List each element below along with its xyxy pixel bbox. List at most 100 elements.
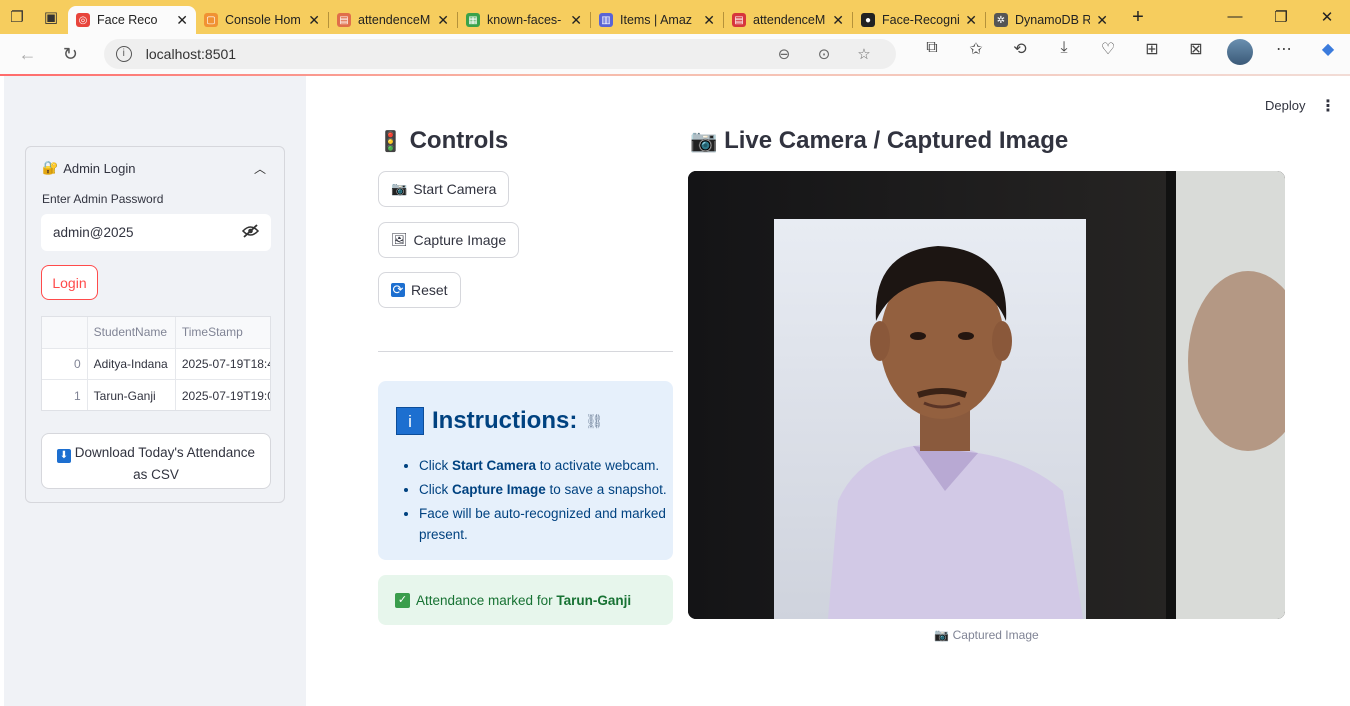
tab-console-home[interactable]: ▢ Console Hom ✕ xyxy=(196,6,328,34)
performance-icon[interactable]: ♡ xyxy=(1086,39,1130,70)
start-camera-button[interactable]: 📷 Start Camera xyxy=(378,171,510,207)
camera-icon: 📷 xyxy=(391,181,408,196)
eye-slash-icon[interactable] xyxy=(241,224,260,241)
site-info-icon[interactable]: i xyxy=(115,46,132,62)
expander-title: Admin Login xyxy=(63,160,136,176)
main-menu-icon[interactable]: ⋮ xyxy=(1320,96,1336,116)
table-row[interactable]: 0 Aditya-Indana 2025-07-19T18:4 xyxy=(42,348,270,380)
instructions-box: i Instructions: ⛓ Click Start Camera to … xyxy=(378,381,673,560)
workspaces-icon[interactable]: ❐ xyxy=(0,0,34,34)
close-icon[interactable]: ✕ xyxy=(570,12,582,29)
favorites-icon[interactable]: ✩ xyxy=(954,39,998,70)
tab-title: attendenceM xyxy=(753,13,826,27)
close-window-icon[interactable]: ✕ xyxy=(1304,8,1350,26)
download-label: Download Today's Attendance xyxy=(74,445,255,460)
tab-title: known-faces- xyxy=(487,13,562,27)
download-label-2: as CSV xyxy=(133,467,179,482)
openai-icon: ✲ xyxy=(994,13,1008,27)
chevron-up-icon[interactable]: ︿ xyxy=(254,160,266,177)
cell-student-name[interactable]: Tarun-Ganji xyxy=(88,380,176,410)
tab-items-amazon[interactable]: ▥ Items | Amaz ✕ xyxy=(591,6,723,34)
success-alert: ✓ Attendance marked for Tarun-Ganji xyxy=(378,575,673,625)
close-icon[interactable]: ✕ xyxy=(1096,12,1108,29)
address-toolbar: ← ↻ i localhost:8501 ⊖ ⊙ ☆ ⧉ ✩ ⟲ ⤓ ♡ ⊞ ⊠… xyxy=(0,34,1350,74)
password-value[interactable]: admin@2025 xyxy=(53,225,134,240)
extensions-icon[interactable]: ⧉ xyxy=(910,39,954,70)
service-icon: ▤ xyxy=(732,13,746,27)
close-icon[interactable]: ✕ xyxy=(308,12,320,29)
window-controls: — ❐ ✕ xyxy=(1212,8,1350,26)
list-item: Click Start Camera to activate webcam. xyxy=(419,455,669,476)
url-text[interactable]: localhost:8501 xyxy=(146,46,764,62)
close-icon[interactable]: ✕ xyxy=(703,12,715,29)
close-icon[interactable]: ✕ xyxy=(832,12,844,29)
camera-heading: 📷 Live Camera / Captured Image xyxy=(690,127,1068,155)
more-page-icon[interactable]: ⊙ xyxy=(804,45,844,63)
down-arrow-icon: ⬇ xyxy=(57,449,71,463)
restore-icon[interactable]: ❐ xyxy=(1258,8,1304,26)
capture-image-button[interactable]: 🖼 Capture Image xyxy=(378,222,520,258)
screenshot-icon[interactable]: ⊠ xyxy=(1174,39,1218,70)
cell-timestamp[interactable]: 2025-07-19T18:4 xyxy=(176,349,270,380)
tab-github[interactable]: ● Face-Recogni ✕ xyxy=(853,6,985,34)
back-icon[interactable]: ← xyxy=(6,44,49,65)
cell-timestamp[interactable]: 2025-07-19T19:0 xyxy=(176,380,270,410)
anchor-link-icon[interactable]: ⛓ xyxy=(585,413,603,430)
tab-dynamodb[interactable]: ✲ DynamoDB R ✕ xyxy=(986,6,1116,34)
caption-text: Captured Image xyxy=(952,628,1039,642)
sidebar: 🔐 Admin Login ︿ Enter Admin Password adm… xyxy=(4,76,306,706)
captured-image xyxy=(688,171,1285,619)
downloads-icon[interactable]: ⤓ xyxy=(1042,39,1086,70)
column-header-studentname[interactable]: StudentName xyxy=(88,317,176,348)
deploy-button[interactable]: Deploy xyxy=(1265,98,1305,113)
minimize-icon[interactable]: — xyxy=(1212,8,1258,26)
list-item: Face will be auto-recognized and marked … xyxy=(419,503,669,545)
locked-key-icon: 🔐 xyxy=(42,160,59,175)
column-header-timestamp[interactable]: TimeStamp xyxy=(176,317,270,348)
camera-icon: 📷 xyxy=(690,128,718,153)
bucket-icon: ▦ xyxy=(466,13,480,27)
profile-avatar[interactable] xyxy=(1218,38,1262,70)
password-field[interactable]: admin@2025 xyxy=(41,214,271,251)
tab-face-recognition[interactable]: ◎ Face Reco ✕ xyxy=(68,6,196,34)
attendance-table[interactable]: StudentName TimeStamp 0 Aditya-Indana 20… xyxy=(41,316,271,411)
tab-known-faces[interactable]: ▦ known-faces- ✕ xyxy=(458,6,590,34)
close-icon[interactable]: ✕ xyxy=(965,12,977,29)
reset-button[interactable]: ⟳ Reset xyxy=(378,272,461,308)
table-row[interactable]: 1 Tarun-Ganji 2025-07-19T19:0 xyxy=(42,380,270,410)
new-tab-icon[interactable]: + xyxy=(1116,6,1160,29)
capture-image-label: Capture Image xyxy=(413,232,507,248)
aws-icon: ▢ xyxy=(204,13,218,27)
tab-attendence-2[interactable]: ▤ attendenceM ✕ xyxy=(724,6,852,34)
database-icon: ▥ xyxy=(599,13,613,27)
copilot-icon[interactable]: ◆ xyxy=(1306,39,1350,70)
expander-header[interactable]: 🔐 Admin Login xyxy=(42,160,135,176)
tab-title: DynamoDB R xyxy=(1015,13,1091,27)
controls-heading: 🚦 Controls xyxy=(378,127,508,155)
status-text: Attendance marked for xyxy=(416,592,553,608)
address-bar[interactable]: i localhost:8501 ⊖ ⊙ ☆ xyxy=(103,39,896,69)
tab-title: Face Reco xyxy=(97,13,158,27)
close-icon[interactable]: ✕ xyxy=(437,12,449,29)
login-label: Login xyxy=(52,274,87,291)
vertical-tabs-icon[interactable]: ▣ xyxy=(34,0,68,34)
zoom-out-icon[interactable]: ⊖ xyxy=(764,45,804,63)
login-button[interactable]: Login xyxy=(41,265,98,300)
divider xyxy=(378,351,673,352)
instructions-title-text: Instructions: xyxy=(432,407,578,434)
tab-title: Console Hom xyxy=(225,13,301,27)
close-icon[interactable]: ✕ xyxy=(176,12,188,29)
download-csv-button[interactable]: ⬇ Download Today's Attendance as CSV xyxy=(41,433,271,489)
tab-attendence-1[interactable]: ▤ attendenceM ✕ xyxy=(329,6,457,34)
list-item: Click Capture Image to save a snapshot. xyxy=(419,479,669,500)
reload-icon[interactable]: ↻ xyxy=(49,44,92,65)
instructions-list: Click Start Camera to activate webcam. C… xyxy=(419,455,669,548)
toolbar-icons: ⧉ ✩ ⟲ ⤓ ♡ ⊞ ⊠ ⋯ ◆ xyxy=(910,38,1350,70)
history-icon[interactable]: ⟲ xyxy=(998,39,1042,70)
collections-icon[interactable]: ⊞ xyxy=(1130,39,1174,70)
controls-title-text: Controls xyxy=(409,127,509,154)
favorite-star-icon[interactable]: ☆ xyxy=(844,45,884,63)
settings-more-icon[interactable]: ⋯ xyxy=(1262,39,1306,70)
repeat-icon: ⟳ xyxy=(391,282,405,297)
cell-student-name[interactable]: Aditya-Indana xyxy=(88,348,176,379)
